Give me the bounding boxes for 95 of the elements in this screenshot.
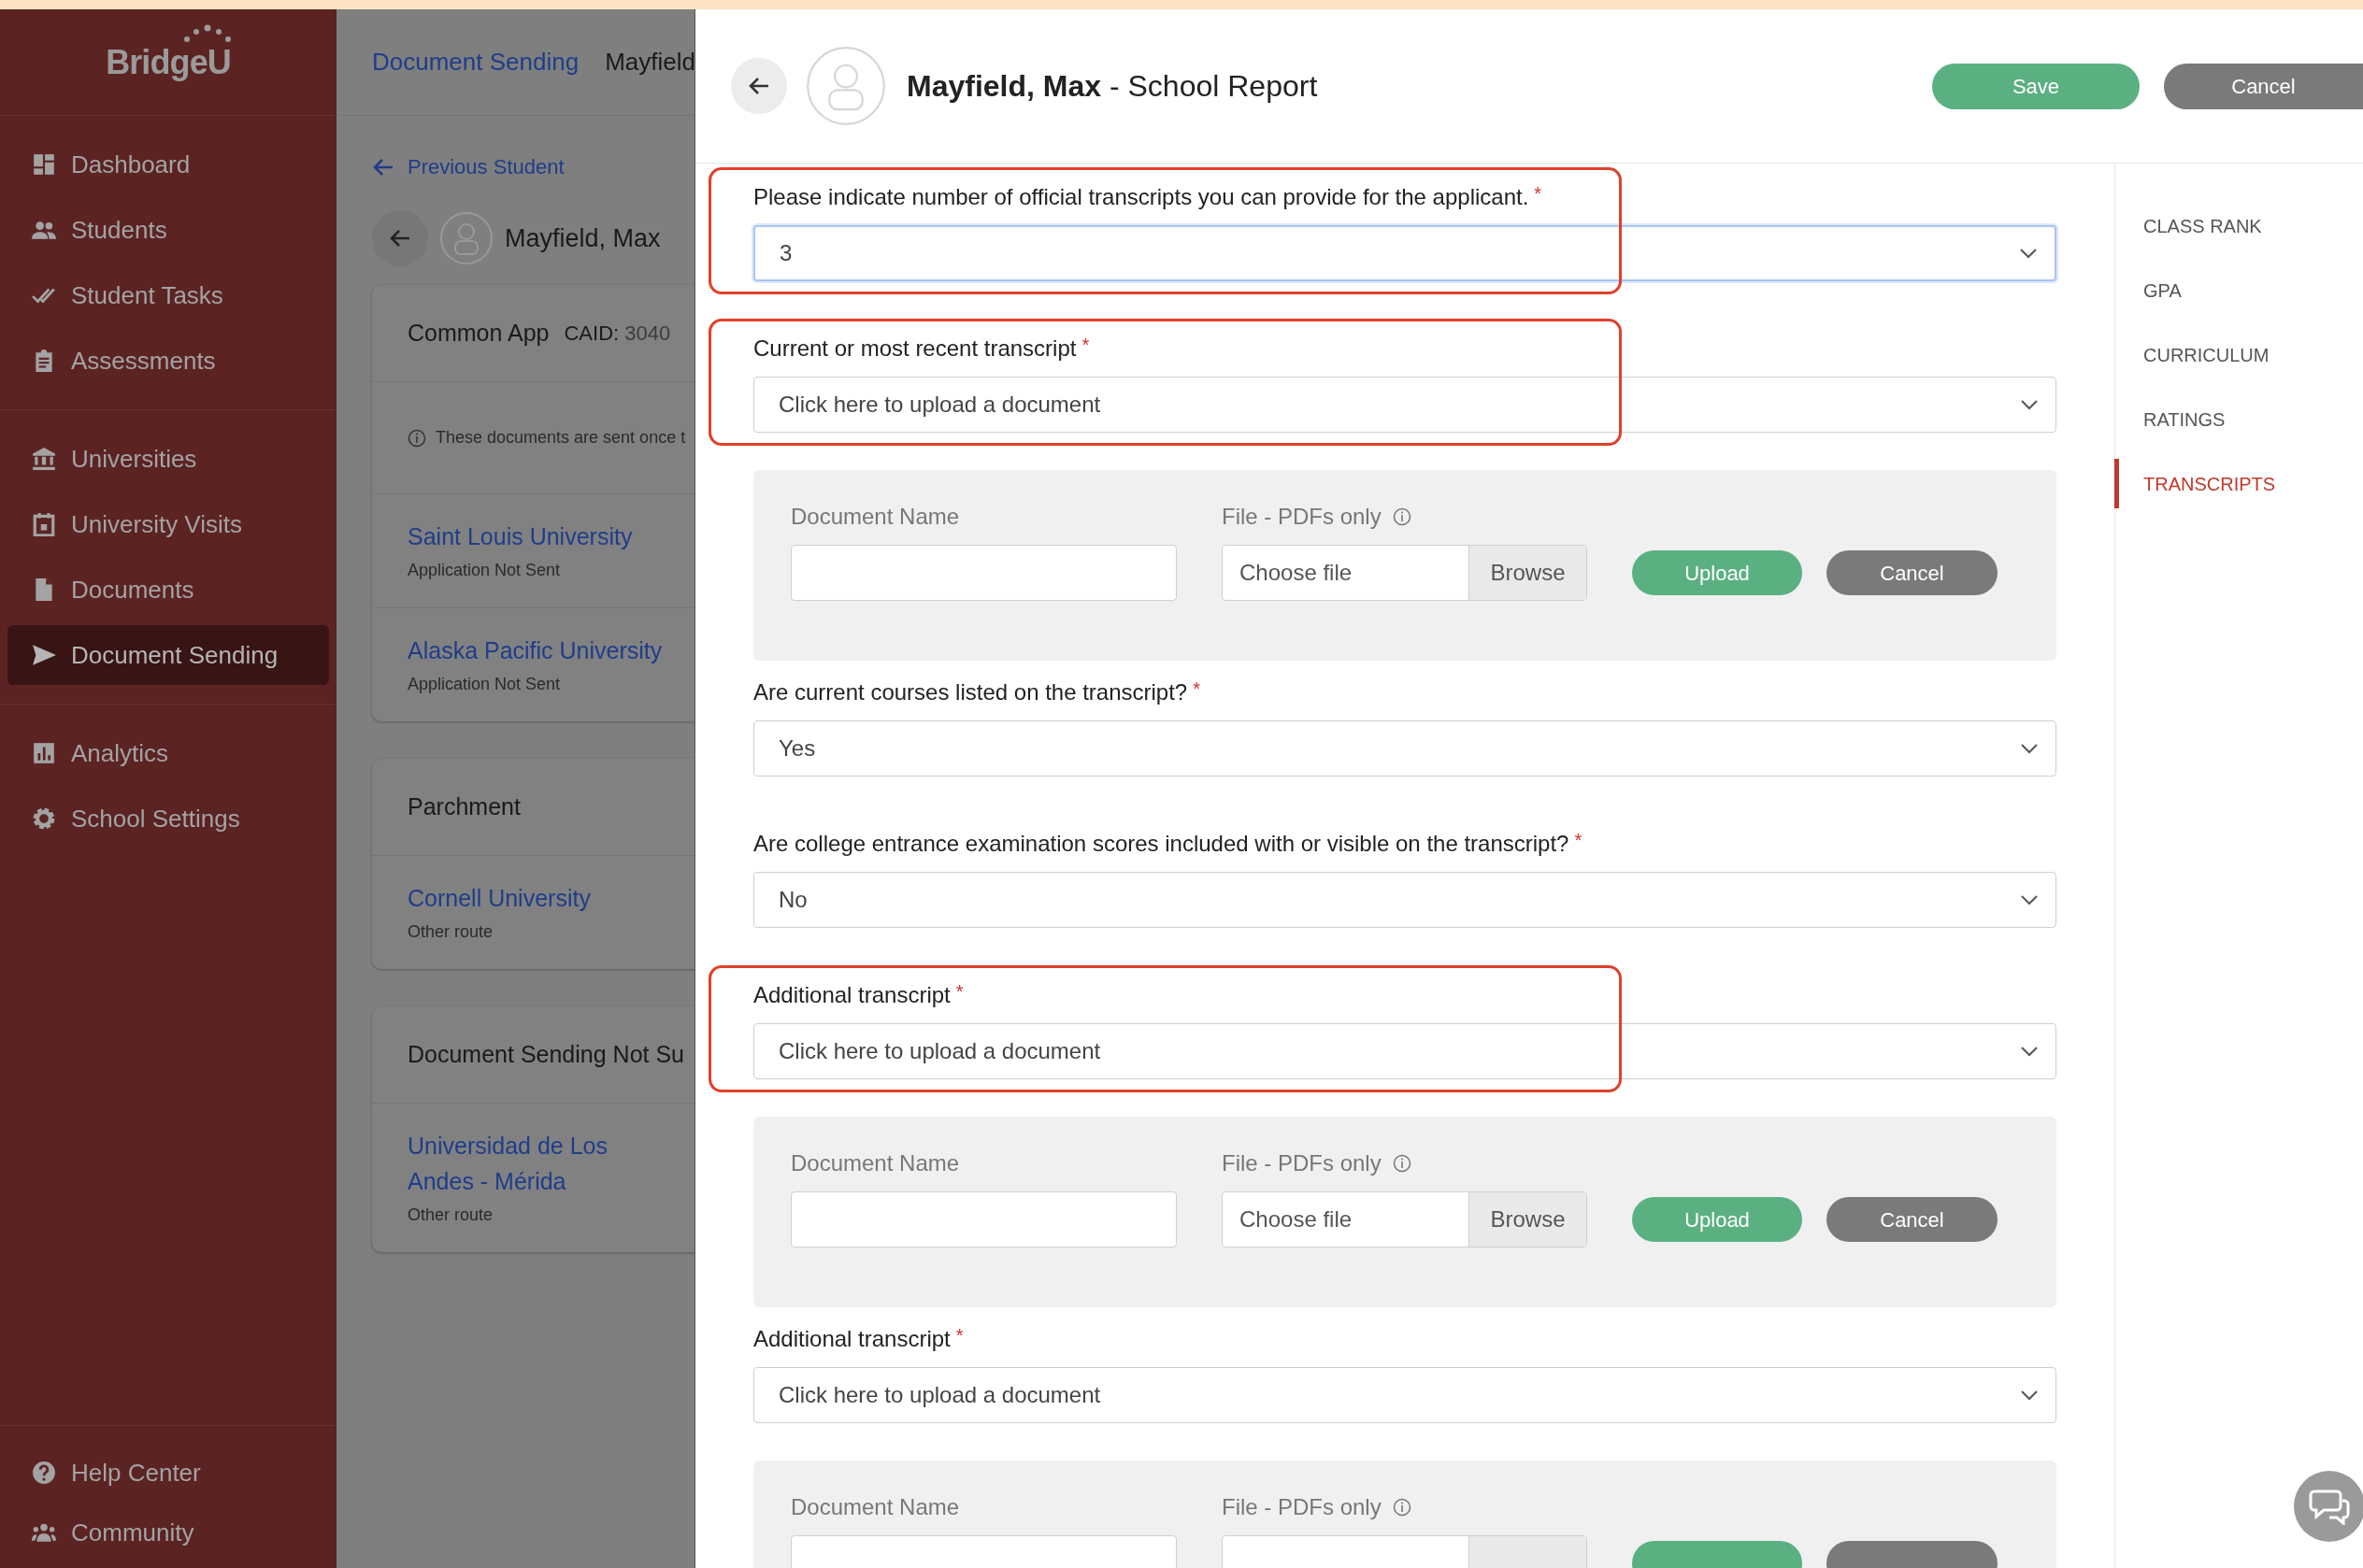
sidebar-item[interactable]: Student Tasks — [7, 265, 329, 325]
info-icon — [408, 428, 426, 448]
card-title: Parchment — [408, 791, 521, 821]
status-text: Other route — [408, 1205, 494, 1226]
caid-text: CAID: 3040 — [564, 321, 671, 347]
required-asterisk: * — [1193, 677, 1200, 700]
info-icon — [1392, 1498, 1411, 1517]
modal-title: Mayfield, Max - School Report — [907, 68, 1318, 105]
help-icon — [32, 1461, 56, 1485]
info-icon — [1392, 507, 1411, 526]
breadcrumb-item: Mayfield — [605, 47, 695, 78]
back-arrow-icon — [748, 76, 770, 96]
field-label: Additional transcript — [753, 981, 951, 1009]
sidebar-item[interactable]: Analytics — [7, 723, 329, 783]
field-label: Document Name — [791, 1149, 961, 1177]
select-field[interactable]: No — [753, 872, 2056, 928]
calendar-icon — [32, 512, 56, 536]
field-label: Are college entrance examination scores included with or visible on the transcript? — [753, 830, 1569, 858]
chevron-down-icon — [2020, 743, 2039, 754]
sidebar-item[interactable]: University Visits — [7, 494, 329, 554]
select-field[interactable]: Click here to upload a document — [753, 377, 2056, 433]
section-nav-item[interactable]: TRANSCRIPTS — [2115, 451, 2363, 516]
save-button[interactable]: Save — [1932, 63, 2140, 109]
section-nav-item[interactable]: CLASS RANK — [2115, 193, 2363, 258]
settings-icon — [32, 806, 56, 831]
required-asterisk: * — [1534, 182, 1542, 205]
cancel-button[interactable]: Cancel — [1826, 1197, 1998, 1242]
avatar-icon — [806, 46, 886, 126]
paper-plane-icon — [32, 643, 56, 667]
field-label: Are current courses listed on the transcript? — [753, 678, 1188, 706]
required-asterisk: * — [955, 1324, 964, 1347]
section-nav-item[interactable]: RATINGS — [2115, 387, 2363, 451]
status-text: Application Not Sent — [408, 674, 562, 695]
browse-button[interactable]: Browse — [1468, 546, 1586, 600]
bank-icon — [32, 447, 56, 471]
select-field[interactable]: Yes — [753, 720, 2056, 777]
select-field[interactable]: 3 — [753, 225, 2056, 281]
info-note: These documents are sent once t — [436, 427, 686, 449]
dashboard-icon — [32, 152, 56, 177]
document-name-field[interactable] — [791, 1191, 1177, 1247]
cancel-button[interactable]: Cancel — [1826, 550, 1998, 595]
file-input[interactable]: Choose file Browse — [1222, 1191, 1587, 1247]
university-link[interactable]: Cornell University — [408, 880, 679, 916]
sidebar-link[interactable]: Community — [0, 1503, 337, 1562]
required-asterisk: * — [1574, 829, 1582, 851]
section-nav-item[interactable]: CURRICULUM — [2115, 322, 2363, 387]
sidebar-item[interactable]: Universities — [7, 429, 329, 489]
required-asterisk: * — [1081, 334, 1090, 356]
select-field[interactable]: Click here to upload a document — [753, 1023, 2056, 1079]
chevron-down-icon — [2020, 1046, 2039, 1057]
breadcrumb-item[interactable]: Document Sending — [372, 44, 580, 80]
cancel-button[interactable]: Cancel — [2164, 63, 2363, 109]
file-input[interactable]: Choose file Browse — [1222, 545, 1587, 601]
status-text: Other route — [408, 921, 494, 943]
field-label: Additional transcript — [753, 1325, 951, 1353]
bar-chart-icon — [32, 741, 56, 765]
field-label: Please indicate number of official transcripts you can provide for the applicant. — [753, 183, 1529, 211]
field-label: File - PDFs only — [1222, 1149, 1382, 1177]
university-link[interactable]: Alaska Pacific University — [408, 633, 679, 668]
university-link[interactable]: Saint Louis University — [408, 519, 679, 554]
sidebar-item[interactable]: Document Sending — [7, 625, 329, 685]
logo: BridgeU — [106, 45, 231, 79]
sidebar-item[interactable]: Assessments — [7, 331, 329, 391]
document-name-field[interactable] — [791, 545, 1177, 601]
select-field[interactable]: Click here to upload a document — [753, 1367, 2056, 1423]
sidebar-item[interactable]: Dashboard — [7, 135, 329, 194]
previous-student-link[interactable]: Previous Student — [372, 151, 695, 182]
info-icon — [1392, 1154, 1411, 1173]
field-label: Document Name — [791, 1493, 961, 1521]
chevron-down-icon — [2020, 399, 2039, 410]
field-label: Document Name — [791, 503, 961, 531]
chevron-down-icon — [2019, 248, 2038, 259]
browse-button[interactable]: Browse — [1468, 1192, 1586, 1247]
chat-icon — [2309, 1488, 2350, 1525]
section-nav-item[interactable]: GPA — [2115, 258, 2363, 322]
required-asterisk: * — [955, 980, 964, 1003]
sidebar-item[interactable]: Students — [7, 200, 329, 260]
avatar-icon — [439, 211, 494, 265]
back-arrow-icon — [372, 156, 394, 178]
field-label: Current or most recent transcript — [753, 335, 1077, 363]
sidebar-item[interactable]: Documents — [7, 560, 329, 620]
field-label: File - PDFs only — [1222, 1493, 1382, 1521]
chevron-down-icon — [2020, 1390, 2039, 1401]
back-arrow-icon — [389, 228, 411, 249]
upload-button[interactable]: Upload — [1632, 550, 1802, 595]
card-title: Document Sending Not Su — [408, 1039, 684, 1069]
field-label: File - PDFs only — [1222, 503, 1382, 531]
sidebar-link[interactable]: Help Center — [0, 1443, 337, 1503]
sidebar-item[interactable]: School Settings — [7, 789, 329, 848]
university-link[interactable]: Universidad de Los Andes - Mérida — [408, 1128, 679, 1199]
status-text: Application Not Sent — [408, 560, 562, 581]
chevron-down-icon — [2020, 894, 2039, 905]
upload-button[interactable]: Upload — [1632, 1197, 1802, 1242]
card-title: Common App — [408, 318, 550, 348]
student-name: Mayfield, Max — [505, 222, 661, 254]
